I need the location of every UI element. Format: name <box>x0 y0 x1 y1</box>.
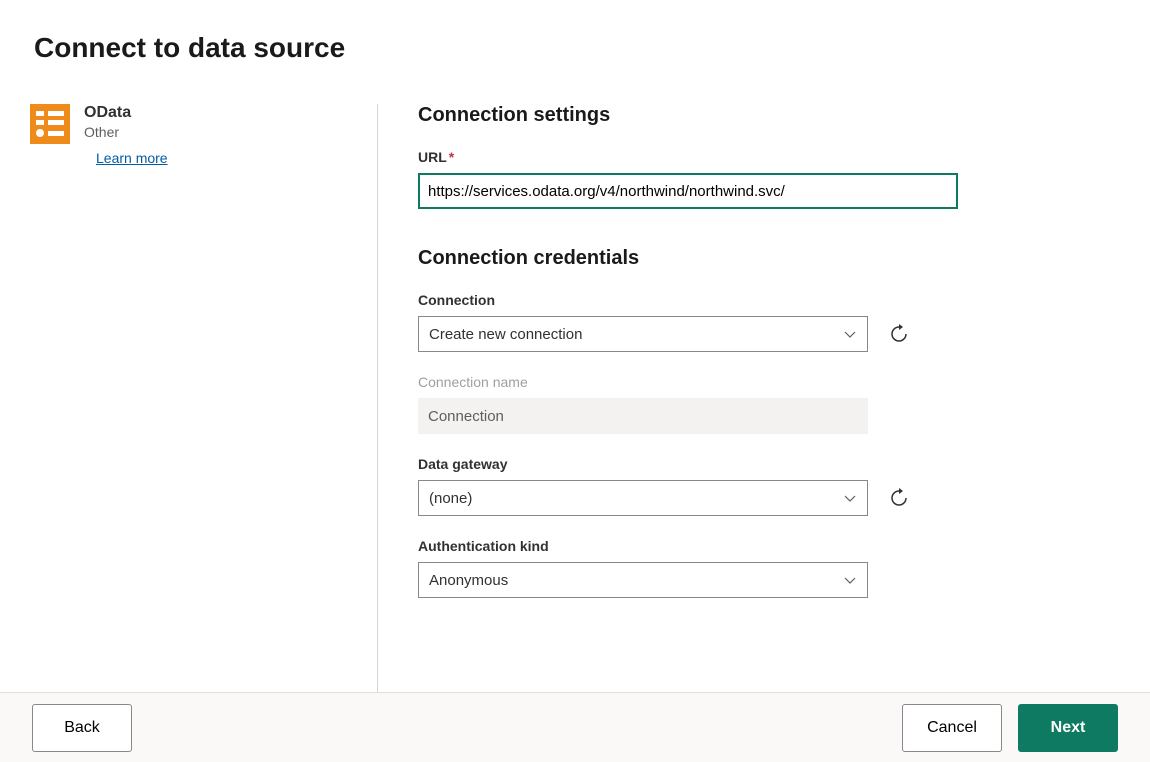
connection-label: Connection <box>418 292 1110 308</box>
cancel-button[interactable]: Cancel <box>902 704 1002 752</box>
gateway-select[interactable]: (none) <box>418 480 868 516</box>
gateway-label: Data gateway <box>418 456 1110 472</box>
auth-select-value: Anonymous <box>429 572 508 589</box>
connection-name-input: Connection <box>418 398 868 434</box>
auth-select[interactable]: Anonymous <box>418 562 868 598</box>
connection-credentials-heading: Connection credentials <box>418 247 1110 270</box>
connection-select-value: Create new connection <box>429 326 582 343</box>
refresh-icon <box>889 324 909 344</box>
page-title: Connect to data source <box>0 0 1150 64</box>
odata-icon <box>30 104 70 144</box>
form-panel: Connection settings URL* Connection cred… <box>378 104 1150 692</box>
connection-settings-heading: Connection settings <box>418 104 1110 127</box>
connector-category: Other <box>84 124 168 140</box>
required-asterisk: * <box>449 149 454 165</box>
url-label-text: URL <box>418 149 447 165</box>
next-button[interactable]: Next <box>1018 704 1118 752</box>
connection-select[interactable]: Create new connection <box>418 316 868 352</box>
back-button[interactable]: Back <box>32 704 132 752</box>
chevron-down-icon <box>843 327 857 341</box>
connection-name-label: Connection name <box>418 374 1110 390</box>
main-content: OData Other Learn more Connection settin… <box>0 104 1150 692</box>
refresh-icon <box>889 488 909 508</box>
connector-panel: OData Other Learn more <box>0 104 378 692</box>
refresh-gateway-button[interactable] <box>888 487 910 509</box>
refresh-connection-button[interactable] <box>888 323 910 345</box>
url-input[interactable] <box>418 173 958 209</box>
url-label: URL* <box>418 149 1110 165</box>
auth-label: Authentication kind <box>418 538 1110 554</box>
connector-info: OData Other Learn more <box>84 104 168 166</box>
connector-name: OData <box>84 104 168 122</box>
learn-more-link[interactable]: Learn more <box>96 150 168 166</box>
chevron-down-icon <box>843 491 857 505</box>
chevron-down-icon <box>843 573 857 587</box>
gateway-select-value: (none) <box>429 490 472 507</box>
footer: Back Cancel Next <box>0 692 1150 762</box>
